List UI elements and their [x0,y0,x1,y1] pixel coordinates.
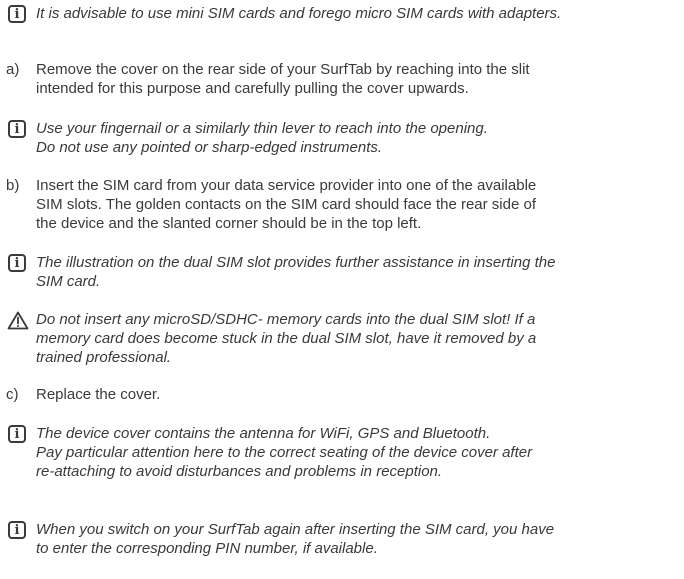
note-fingernail: i Use your fingernail or a similarly thi… [6,119,678,157]
step-line: the device and the slanted corner should… [36,215,422,232]
warning-line: memory card does become stuck in the dua… [36,330,537,347]
warning-line: Do not insert any microSD/SDHC- memory c… [36,311,536,328]
info-icon: i [8,425,26,443]
note-line: to enter the corresponding PIN number, i… [36,540,378,557]
step-letter: b) [6,177,20,194]
note-line: It is advisable to use mini SIM cards an… [36,5,562,22]
step-line: SIM slots. The golden contacts on the SI… [36,196,536,213]
step-letter: a) [6,61,20,78]
note-line: Pay particular attention here to the cor… [36,444,533,461]
note-line: Use your fingernail or a similarly thin … [36,120,488,137]
manual-page: i It is advisable to use mini SIM cards … [0,0,684,579]
warning-line: trained professional. [36,349,172,366]
info-icon: i [8,254,26,272]
step-letter: c) [6,386,19,403]
note-line: SIM card. [36,273,101,290]
note-illustration: i The illustration on the dual SIM slot … [6,253,678,291]
note-line: When you switch on your SurfTab again af… [36,521,555,538]
note-line: The device cover contains the antenna fo… [36,425,491,442]
note-line: re-attaching to avoid disturbances and p… [36,463,443,480]
info-icon: i [8,521,26,539]
step-line: intended for this purpose and carefully … [36,80,469,97]
step-line: Insert the SIM card from your data servi… [36,177,537,194]
note-pin: i When you switch on your SurfTab again … [6,520,678,558]
step-b: b) Insert the SIM card from your data se… [6,176,678,233]
warning-memory-card: Do not insert any microSD/SDHC- memory c… [6,310,678,367]
note-line: Do not use any pointed or sharp-edged in… [36,139,383,156]
note-mini-sim: i It is advisable to use mini SIM cards … [6,4,678,23]
info-icon: i [8,5,26,23]
note-antenna: i The device cover contains the antenna … [6,424,678,481]
warning-icon [7,311,29,330]
step-line: Remove the cover on the rear side of you… [36,61,530,78]
note-line: The illustration on the dual SIM slot pr… [36,254,556,271]
step-line: Replace the cover. [36,386,161,403]
info-icon: i [8,120,26,138]
step-c: c) Replace the cover. [6,385,678,404]
step-a: a) Remove the cover on the rear side of … [6,60,678,98]
